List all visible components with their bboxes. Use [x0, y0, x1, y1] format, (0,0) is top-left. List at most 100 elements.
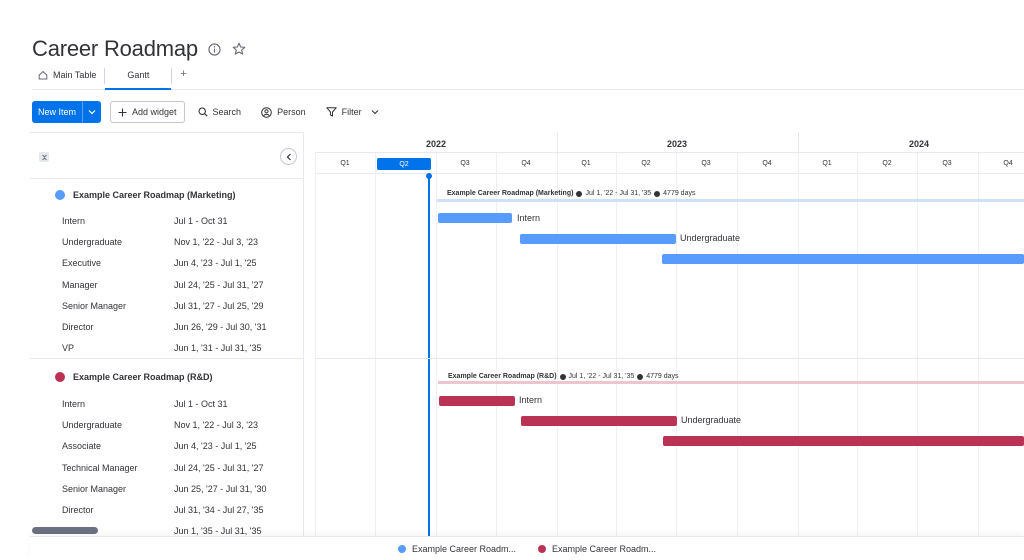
filter-button[interactable]: Filter — [319, 101, 386, 123]
item-dates: Nov 1, '22 - Jul 3, '23 — [174, 236, 258, 247]
item-dates: Jul 31, '27 - Jul 25, '29 — [174, 300, 264, 311]
page-title: Career Roadmap — [32, 36, 198, 61]
item-name: Intern — [62, 398, 86, 409]
item-dates: Jul 1 - Oct 31 — [174, 398, 228, 409]
list-item[interactable]: Manager Jul 24, '25 - Jul 31, '27 — [30, 274, 304, 295]
group-title: Example Career Roadmap (Marketing) — [73, 190, 236, 200]
group-summary-bar[interactable] — [437, 199, 1024, 202]
list-item[interactable]: Executive Jun 4, '23 - Jul 1, '25 — [30, 253, 304, 274]
item-name: Manager — [62, 279, 98, 290]
info-icon[interactable] — [208, 42, 222, 56]
group-header[interactable]: Example Career Roadmap (Marketing) — [30, 184, 304, 206]
quarter-label: Q3 — [460, 160, 470, 167]
start-dot-icon — [576, 190, 583, 197]
collapse-all-icon[interactable] — [39, 152, 49, 162]
grid-line — [978, 153, 979, 560]
grid-line — [737, 153, 738, 560]
gantt-bar[interactable] — [520, 234, 676, 244]
home-icon — [38, 70, 48, 80]
grid-line — [857, 153, 858, 560]
list-item[interactable]: VP Jun 1, '31 - Jul 31, '35 — [30, 338, 304, 359]
add-widget-button[interactable]: Add widget — [110, 101, 185, 123]
bar-label: Undergraduate — [681, 415, 742, 425]
list-item[interactable]: Undergraduate Nov 1, '22 - Jul 3, '23 — [30, 414, 304, 435]
year-label: 2024 — [908, 139, 930, 149]
search-button[interactable]: Search — [191, 101, 249, 123]
item-name: Undergraduate — [62, 419, 123, 430]
grid-line — [676, 153, 677, 560]
item-name: Undergraduate — [62, 236, 123, 247]
item-dates: Jun 4, '23 - Jul 1, '25 — [174, 258, 257, 269]
group-marketing: Example Career Roadmap (Marketing) Inter… — [30, 184, 304, 359]
group-rnd: Example Career Roadmap (R&D) Intern Jul 1… — [30, 366, 304, 542]
person-filter-button[interactable]: Person — [254, 101, 313, 123]
person-label: Person — [277, 107, 306, 117]
item-dates: Jul 24, '25 - Jul 31, '27 — [174, 462, 264, 473]
legend-color-dot — [397, 544, 406, 553]
group-color-dot — [55, 372, 65, 382]
list-item[interactable]: Associate Jun 4, '23 - Jul 1, '25 — [30, 436, 304, 457]
summary-duration: 4779 days — [663, 190, 696, 197]
group-summary-label: Example Career Roadmap (R&D) Jul 1, '22 … — [448, 373, 679, 380]
add-view-button[interactable]: + — [172, 64, 194, 84]
list-item[interactable]: Intern Jul 1 - Oct 31 — [30, 393, 304, 414]
quarter-label: Q2 — [641, 160, 651, 167]
collapse-panel-button[interactable] — [280, 148, 297, 165]
group-summary-bar[interactable] — [438, 381, 1024, 384]
item-dates: Jun 4, '23 - Jul 1, '25 — [174, 441, 257, 452]
items-panel: Example Career Roadmap (Marketing) Inter… — [30, 132, 304, 560]
list-item[interactable]: Director Jun 26, '29 - Jul 30, '31 — [30, 316, 304, 337]
list-item[interactable]: Intern Jul 1 - Oct 31 — [30, 210, 304, 231]
item-name: Intern — [62, 215, 86, 226]
gantt-bar[interactable] — [521, 416, 677, 426]
gantt-bar[interactable] — [439, 396, 515, 406]
gantt-bar[interactable] — [662, 254, 1024, 264]
tab-gantt[interactable]: Gantt — [105, 64, 172, 90]
new-item-label: New Item — [32, 101, 84, 123]
item-dates: Jul 24, '25 - Jul 31, '27 — [174, 279, 264, 290]
add-widget-label: Add widget — [132, 107, 177, 117]
group-header[interactable]: Example Career Roadmap (R&D) — [30, 366, 304, 388]
legend-item: Example Career Roadm... — [397, 543, 516, 554]
grid-line — [616, 153, 617, 560]
item-dates: Jun 26, '29 - Jul 30, '31 — [174, 322, 267, 333]
list-item[interactable]: Senior Manager Jun 25, '27 - Jul 31, '30 — [30, 478, 304, 499]
bar-label: Intern — [519, 395, 543, 405]
tab-label: Main Table — [53, 70, 97, 80]
item-name: Senior Manager — [62, 483, 127, 494]
summary-range: Jul 1, '22 - Jul 31, '35 — [568, 373, 635, 380]
summary-duration: 4779 days — [646, 373, 679, 380]
tab-label: Gantt — [127, 70, 150, 80]
gantt-bar[interactable] — [438, 213, 512, 223]
chevron-down-icon[interactable] — [83, 109, 101, 115]
chevron-down-icon[interactable] — [371, 109, 379, 115]
search-label: Search — [212, 107, 242, 117]
item-dates: Jul 1 - Oct 31 — [174, 215, 228, 226]
star-icon[interactable] — [232, 42, 246, 56]
plus-icon — [118, 108, 127, 116]
new-item-button[interactable]: New Item — [32, 101, 102, 123]
quarter-label: Q4 — [762, 160, 772, 167]
year-divider — [798, 132, 799, 153]
summary-name: Example Career Roadmap (R&D) — [448, 373, 557, 380]
person-icon — [261, 106, 272, 118]
quarter-label: Q4 — [1003, 160, 1013, 167]
tab-main-table[interactable]: Main Table — [32, 64, 104, 90]
chevron-left-icon — [286, 153, 291, 160]
horizontal-scrollbar[interactable] — [32, 527, 98, 534]
list-item[interactable]: Senior Manager Jul 31, '27 - Jul 25, '29 — [30, 295, 304, 316]
start-dot-icon — [559, 373, 566, 380]
list-item[interactable]: Technical Manager Jul 24, '25 - Jul 31, '… — [30, 457, 304, 478]
list-item[interactable]: Undergraduate Nov 1, '22 - Jul 3, '23 — [30, 231, 304, 252]
view-tabs: Main Table Gantt + — [32, 64, 1024, 90]
grid-line — [557, 153, 558, 560]
list-item[interactable]: Director Jul 31, '34 - Jul 27, '35 — [30, 499, 304, 520]
group-divider — [315, 358, 1024, 359]
item-dates: Jun 1, '35 - Jul 31, '35 — [174, 526, 262, 537]
legend-label: Example Career Roadm... — [411, 543, 516, 554]
quarter-label: Q2 — [882, 160, 892, 167]
group-title: Example Career Roadmap (R&D) — [73, 372, 213, 382]
year-header: 2022 2023 2024 — [315, 132, 1024, 153]
gantt-bar[interactable] — [663, 436, 1024, 446]
item-dates: Nov 1, '22 - Jul 3, '23 — [174, 419, 258, 430]
